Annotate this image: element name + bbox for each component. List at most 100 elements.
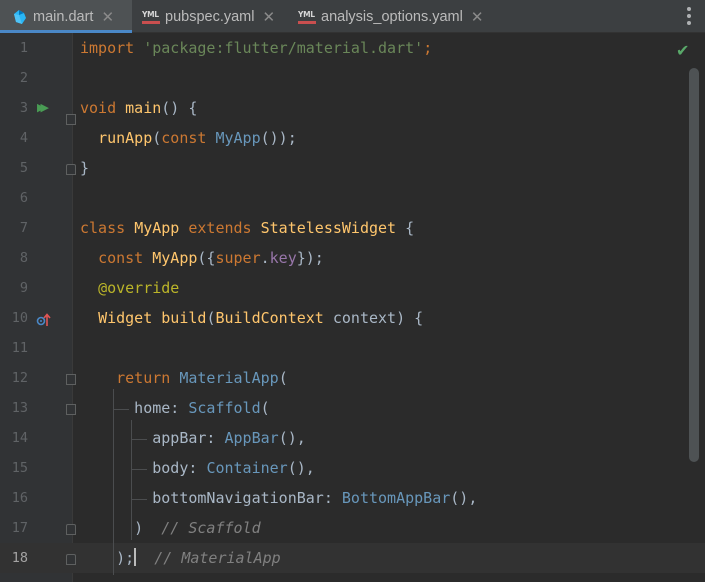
code-line[interactable]: 3 void main() { [0,93,705,123]
fold-marker[interactable] [66,164,76,175]
code-token: }); [296,249,324,267]
fold-marker[interactable] [66,114,76,125]
close-icon[interactable]: ✕ [101,8,114,26]
line-number: 9 [19,280,28,296]
code-token: bottomNavigationBar: [80,489,342,507]
line-number: 13 [11,400,28,416]
code-token: return [116,369,180,387]
indent-guide [131,469,147,470]
line-number: 18 [11,550,28,566]
code-token: void [80,99,126,117]
code-text: const MyApp({super.key}); [80,243,324,273]
code-token: ; [423,39,433,57]
code-text: @override [80,273,179,303]
yaml-icon-text: YML [142,9,159,19]
code-line[interactable]: 6 [0,183,705,213]
code-line[interactable]: 14 appBar: AppBar(), [0,423,705,453]
code-token: Container [206,459,288,477]
code-token: body: [80,459,207,477]
code-line[interactable]: 5} [0,153,705,183]
line-number: 10 [11,310,28,326]
code-line[interactable]: 13 home: Scaffold( [0,393,705,423]
vertical-scrollbar[interactable] [689,68,699,462]
code-line[interactable]: 16 bottomNavigationBar: BottomAppBar(), [0,483,705,513]
code-token: @override [98,279,180,297]
code-token: class [80,219,135,237]
code-line[interactable]: 12 return MaterialApp( [0,363,705,393]
code-token: } [80,159,90,177]
tab-pubspec-yaml[interactable]: YML pubspec.yaml ✕ [142,0,275,33]
line-number: 3 [19,100,28,116]
tab-label: analysis_options.yaml [321,8,463,25]
inspection-ok-icon[interactable]: ✔ [676,41,689,60]
indent-guide [113,409,129,410]
code-line[interactable]: 11 [0,333,705,363]
fold-marker[interactable] [66,374,76,385]
code-line[interactable]: 4 runApp(const MyApp()); [0,123,705,153]
fold-marker[interactable] [66,404,76,415]
code-line[interactable]: 9 @override [0,273,705,303]
indent-guide [131,499,147,500]
code-line[interactable]: 7 class MyApp extends StatelessWidget { [0,213,705,243]
code-line[interactable]: 15 body: Container(), [0,453,705,483]
code-text: ); // MaterialApp [80,543,281,573]
code-line[interactable]: 17 ) // Scaffold [0,513,705,543]
override-indicator-icon[interactable] [36,312,52,328]
code-token: ( [260,399,270,417]
close-icon[interactable]: ✕ [471,8,484,26]
yaml-icon-text: YML [298,9,315,19]
tab-main-dart[interactable]: main.dart ✕ [0,0,132,33]
code-line[interactable]: 18 ); // MaterialApp [0,543,705,573]
line-number: 6 [19,190,28,206]
code-text: runApp(const MyApp()); [80,123,297,153]
code-line[interactable]: 1 import 'package:flutter/material.dart'; [0,33,705,63]
fold-marker[interactable] [66,554,76,565]
code-token: runApp [98,129,153,147]
dart-file-icon [11,9,27,25]
code-token: key [269,249,297,267]
code-text: bottomNavigationBar: BottomAppBar(), [80,483,477,513]
tab-analysis-options-yaml[interactable]: YML analysis_options.yaml ✕ [298,0,483,33]
close-icon[interactable]: ✕ [262,8,275,26]
indent-guide [131,420,132,540]
code-text: import 'package:flutter/material.dart'; [80,33,432,63]
code-token: (), [278,429,306,447]
fold-marker[interactable] [66,524,76,535]
code-token: main [125,99,162,117]
code-token: import [80,39,144,57]
line-number: 7 [19,220,28,236]
yaml-file-icon: YML [142,10,160,24]
run-icon[interactable]: ▶▶ [37,93,49,123]
indent-guide [113,389,114,575]
yaml-file-icon: YML [298,10,316,24]
code-token: ( [278,369,288,387]
line-number: 17 [11,520,28,536]
more-options-icon[interactable] [687,7,691,26]
code-token: ); [80,549,135,567]
code-token: // Scaffold [161,519,261,537]
code-text: ) // Scaffold [80,513,261,543]
code-line[interactable]: 2 [0,63,705,93]
code-text: class MyApp extends StatelessWidget { [80,213,414,243]
code-editor[interactable]: 1 import 'package:flutter/material.dart';… [0,33,705,582]
code-token: ()); [260,129,297,147]
code-token: ( [152,129,162,147]
code-token: super [215,249,261,267]
code-token: MyApp [152,249,198,267]
line-number: 5 [19,160,28,176]
code-token: build [161,309,207,327]
code-text: } [80,153,89,183]
code-line[interactable]: 8 const MyApp({super.key}); [0,243,705,273]
code-token: const [161,129,216,147]
editor-tab-bar: main.dart ✕ YML pubspec.yaml ✕ YML analy… [0,0,705,33]
code-line[interactable]: 10 Widget build(BuildContext context) { [0,303,705,333]
code-token: context) { [323,309,424,327]
code-token: Scaffold [188,399,261,417]
code-token: MaterialApp [179,369,279,387]
code-token: AppBar [224,429,279,447]
code-token: { [396,219,415,237]
line-number: 4 [19,130,28,146]
